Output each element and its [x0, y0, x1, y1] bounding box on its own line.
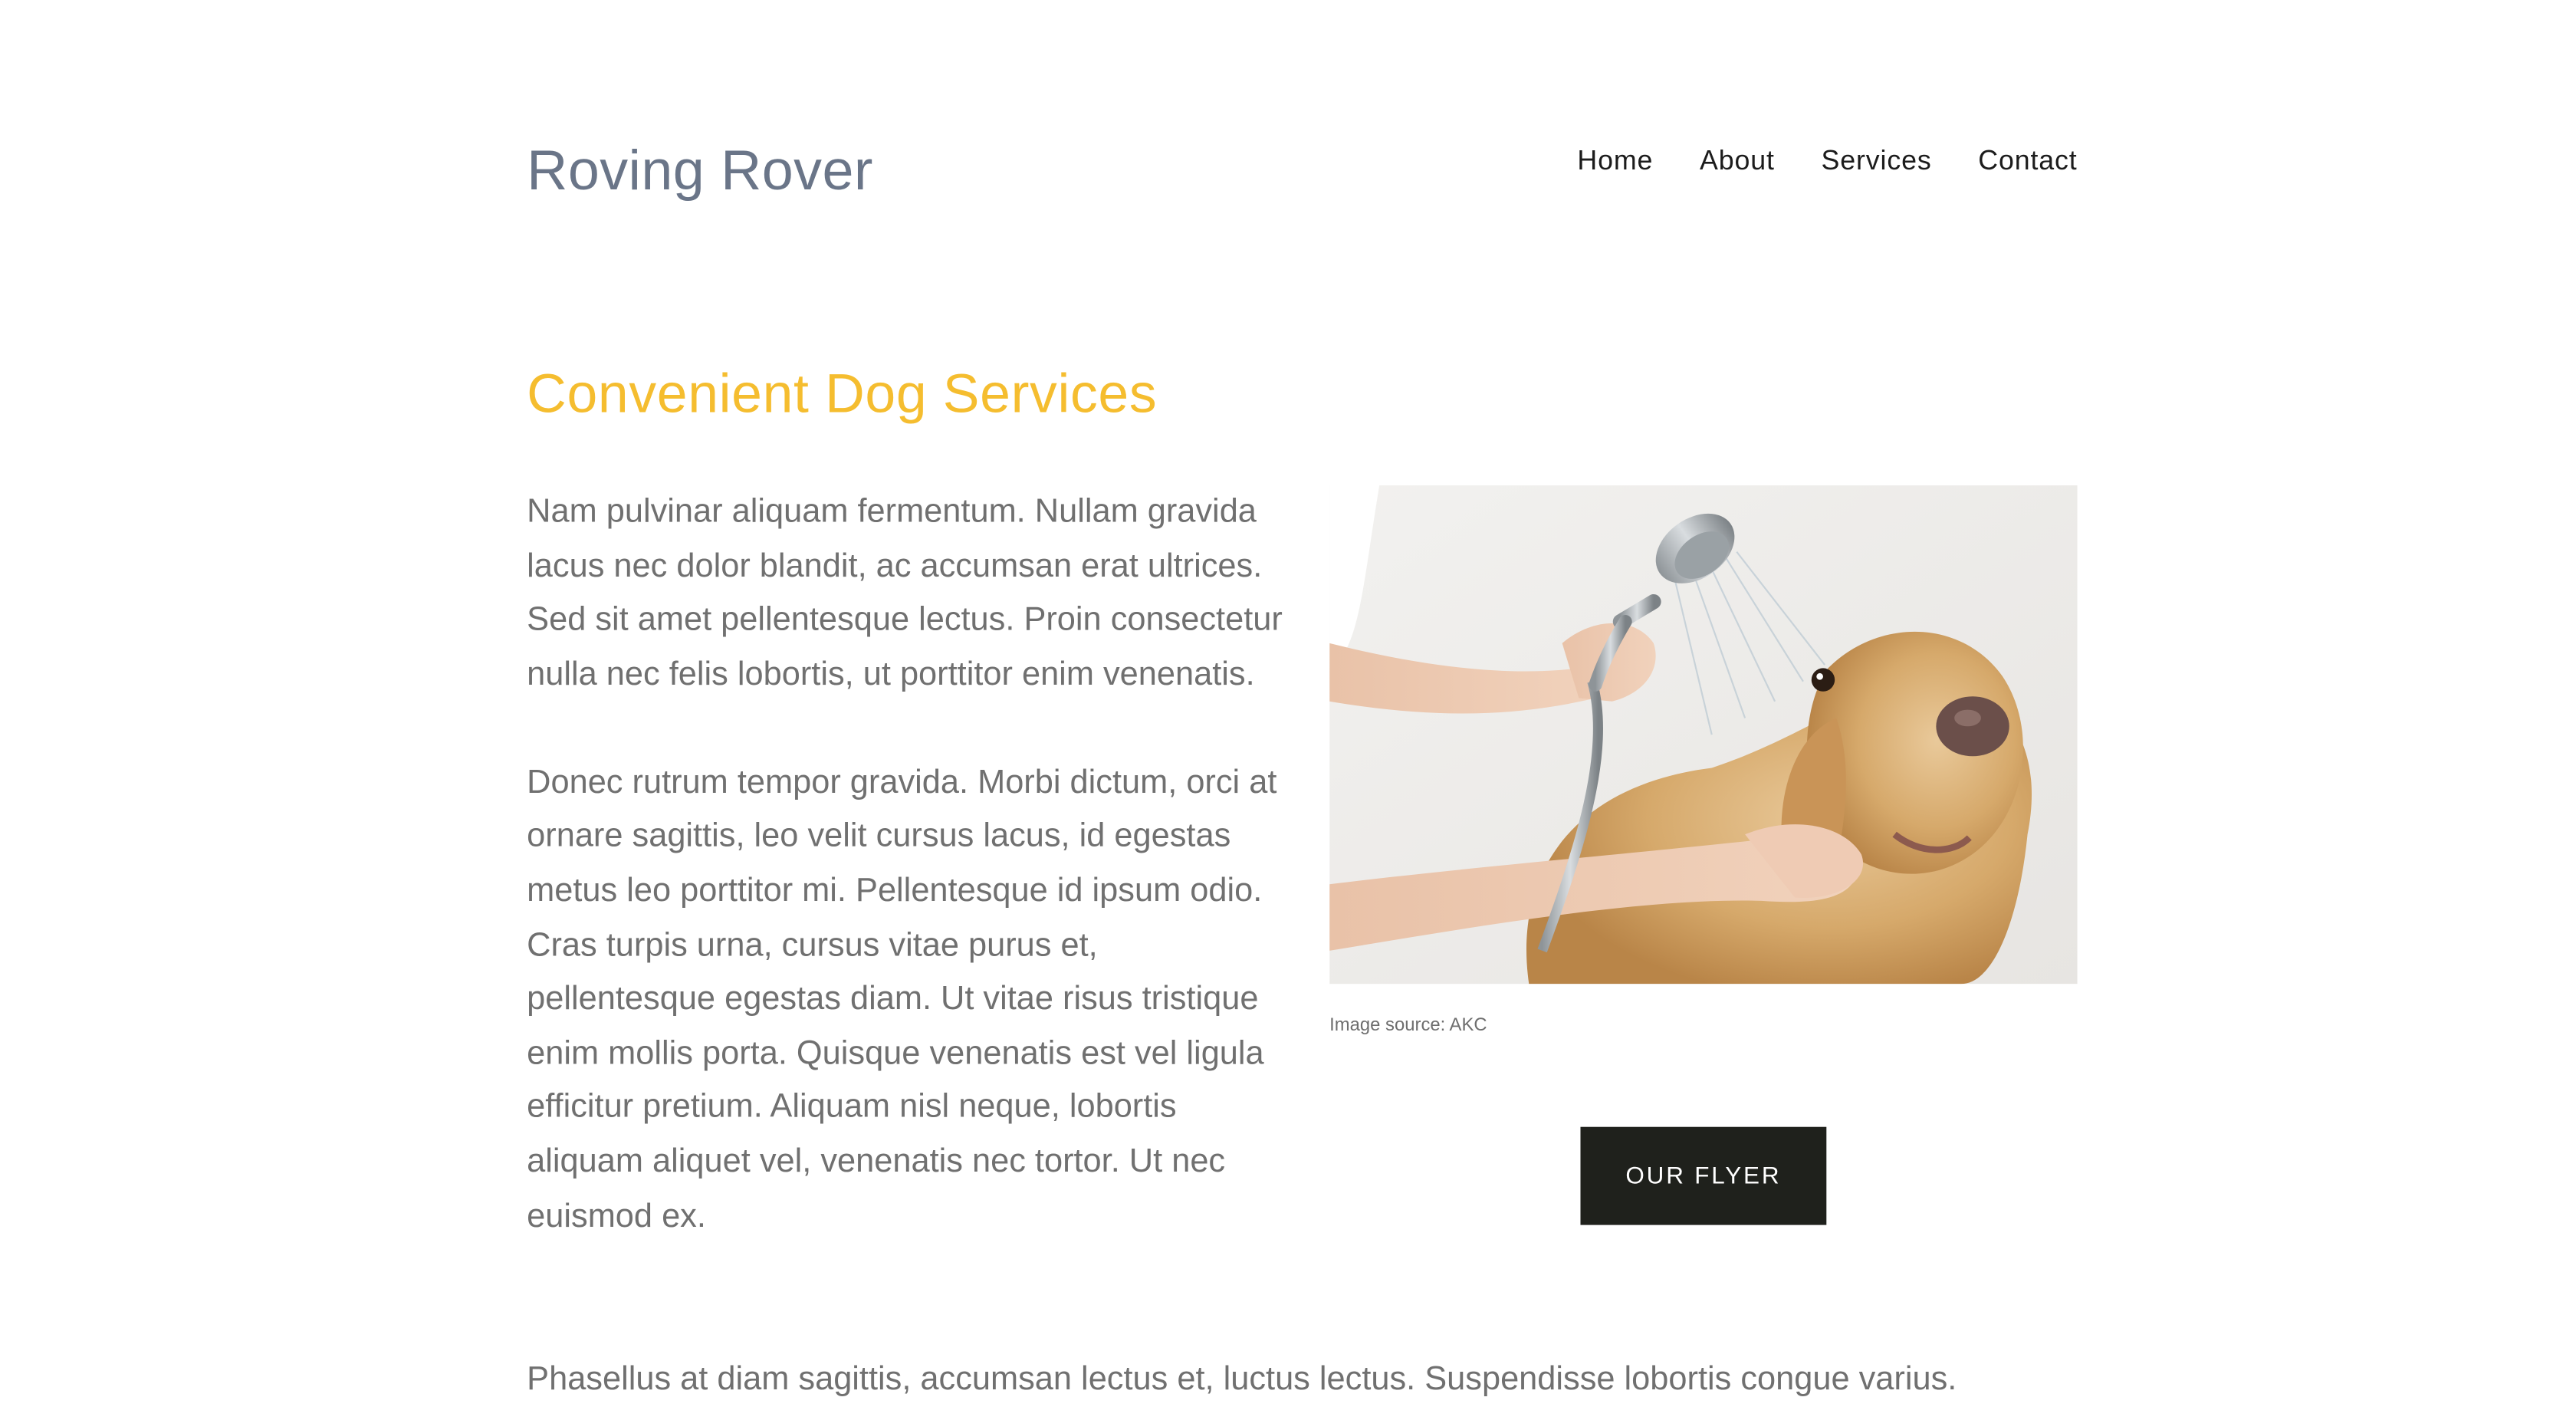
nav-about[interactable]: About — [1700, 146, 1775, 178]
nav-home[interactable]: Home — [1577, 146, 1653, 178]
image-caption: Image source: AKC — [1329, 1015, 1487, 1036]
paragraph-1: Nam pulvinar aliquam fermentum. Nullam g… — [527, 493, 1283, 693]
paragraph-3: Phasellus at diam sagittis, accumsan lec… — [527, 1361, 1957, 1399]
intro-text: Nam pulvinar aliquam fermentum. Nullam g… — [527, 485, 1291, 1297]
dog-bath-photo — [1329, 485, 2078, 985]
page-heading: Convenient Dog Services — [527, 362, 1158, 424]
dog-figure: Image source: AKC — [1329, 485, 2078, 1036]
nav-services[interactable]: Services — [1821, 146, 1931, 178]
our-flyer-button[interactable]: OUR FLYER — [1580, 1126, 1827, 1225]
paragraph-2: Donec rutrum tempor gravida. Morbi dictu… — [527, 764, 1277, 1234]
page: Roving Rover Home About Services Contact… — [0, 0, 2576, 1401]
main-nav: Home About Services Contact — [1577, 146, 2077, 178]
nav-contact[interactable]: Contact — [1978, 146, 2077, 178]
site-logo[interactable]: Roving Rover — [527, 140, 873, 205]
